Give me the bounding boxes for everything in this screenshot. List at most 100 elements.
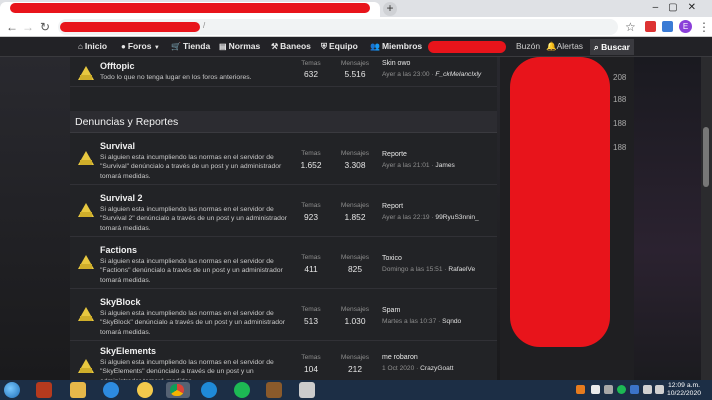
last-post-title[interactable]: Toxico xyxy=(382,255,402,262)
background-image xyxy=(634,57,701,380)
nav-item-inicio[interactable]: ⌂ Inicio xyxy=(78,41,107,51)
forum-navbar: ⌂ Inicio ● Foros ▼ 🛒 Tienda ▤ Normas ⚒ Baneos… xyxy=(0,37,712,57)
avatar[interactable]: E xyxy=(679,20,692,33)
stat-label-temas: Temas xyxy=(301,306,321,313)
stat-label-mensajes: Mensajes xyxy=(340,60,370,67)
scrollbar[interactable] xyxy=(701,57,712,380)
media-player-icon[interactable] xyxy=(36,382,52,398)
stat-label-temas: Temas xyxy=(301,202,321,209)
chrome-icon[interactable] xyxy=(166,382,190,398)
stat-value-temas: 632 xyxy=(304,69,318,79)
forum-title[interactable]: Offtopic xyxy=(100,61,135,71)
stat-value-mensajes: 1.030 xyxy=(344,316,366,326)
forum-row-survival-2[interactable]: Survival 2 Si alguien esta incumpliendo … xyxy=(70,186,497,237)
stat-value-temas: 513 xyxy=(304,316,318,326)
forum-icon xyxy=(78,359,94,373)
last-post-meta: Ayer a las 23:00 · F_ckMeIancIxly xyxy=(382,71,482,78)
extension-icon[interactable] xyxy=(645,21,656,32)
redaction-mark xyxy=(60,22,200,32)
alertas-link[interactable]: 🔔Alertas xyxy=(546,41,583,52)
stat-label-temas: Temas xyxy=(301,150,321,157)
minecraft-icon[interactable] xyxy=(266,382,282,398)
last-post-meta: Ayer a las 21:01 · James xyxy=(382,162,455,169)
stat-label-mensajes: Mensajes xyxy=(340,306,370,313)
stat-label-temas: Temas xyxy=(301,60,321,67)
forum-description: Si alguien esta incumpliendo las normas … xyxy=(100,154,282,180)
sidebar-count: 188 xyxy=(613,143,627,152)
last-post-title[interactable]: Skin owo xyxy=(382,60,410,67)
last-post-meta: 1 Oct 2020 · CrazyGoatt xyxy=(382,365,454,372)
tray-icon[interactable] xyxy=(576,385,585,394)
last-post-title[interactable]: Spam xyxy=(382,307,400,314)
search-button[interactable]: ⌕ Buscar xyxy=(590,39,634,55)
sidebar-count: 188 xyxy=(613,95,627,104)
clock-time: 12:09 a.m. xyxy=(667,382,701,389)
scrollbar-thumb[interactable] xyxy=(703,127,709,187)
last-post-user[interactable]: 99RyuS3nnin_ xyxy=(435,214,478,221)
chrome-alt-icon[interactable] xyxy=(137,382,153,398)
extension-icon[interactable] xyxy=(662,21,673,32)
edge-icon[interactable] xyxy=(201,382,217,398)
category-header[interactable]: Denuncias y Reportes xyxy=(70,111,497,133)
tray-icon[interactable] xyxy=(617,385,626,394)
last-post-title[interactable]: Report xyxy=(382,203,403,210)
file-explorer-icon[interactable] xyxy=(70,382,86,398)
buzon-link[interactable]: Buzón xyxy=(516,41,540,51)
forum-title[interactable]: Survival xyxy=(100,141,135,151)
last-post-user[interactable]: F_ckMeIancIxly xyxy=(435,71,481,78)
forum-icon xyxy=(78,255,94,269)
forum-row-factions[interactable]: Factions Si alguien esta incumpliendo la… xyxy=(70,238,497,289)
stat-label-mensajes: Mensajes xyxy=(340,354,370,361)
start-button[interactable] xyxy=(4,382,20,398)
stat-value-mensajes: 3.308 xyxy=(344,160,366,170)
nav-item-normas[interactable]: ▤ Normas xyxy=(219,41,260,51)
window-controls[interactable]: –▢✕ xyxy=(653,2,706,13)
menu-dots-icon[interactable]: ⋮ xyxy=(698,20,710,34)
stat-value-mensajes: 212 xyxy=(348,364,362,374)
back-arrow-icon[interactable]: ← xyxy=(6,20,18,34)
forum-row-survival[interactable]: Survival Si alguien esta incumpliendo la… xyxy=(70,134,497,185)
internet-explorer-icon[interactable] xyxy=(103,382,119,398)
forward-arrow-icon[interactable]: → xyxy=(22,20,34,34)
forum-icon xyxy=(78,307,94,321)
stat-label-temas: Temas xyxy=(301,254,321,261)
forum-title[interactable]: SkyElements xyxy=(100,346,156,356)
stat-value-temas: 923 xyxy=(304,212,318,222)
category-title: Denuncias y Reportes xyxy=(75,116,179,128)
new-tab-button[interactable]: + xyxy=(383,2,397,16)
tray-icon[interactable] xyxy=(630,385,639,394)
browser-tab-strip: + –▢✕ xyxy=(0,0,712,17)
forum-row-skyelements[interactable]: SkyElements Si alguien esta incumpliendo… xyxy=(70,342,497,380)
forum-title[interactable]: Factions xyxy=(100,245,137,255)
last-post-title[interactable]: Reporte xyxy=(382,151,407,158)
redaction-mark xyxy=(10,3,370,13)
bookmark-star-icon[interactable]: ☆ xyxy=(625,20,636,34)
stat-value-mensajes: 1.852 xyxy=(344,212,366,222)
reload-icon[interactable]: ↻ xyxy=(40,20,50,34)
volume-icon[interactable] xyxy=(655,385,664,394)
address-bar-row: ← → ↻ / ☆ E ⋮ xyxy=(0,17,712,37)
network-icon[interactable] xyxy=(643,385,652,394)
nav-item-tienda[interactable]: 🛒 Tienda xyxy=(171,41,210,51)
forum-description: Si alguien esta incumpliendo las normas … xyxy=(100,206,287,232)
last-post-user[interactable]: CrazyGoatt xyxy=(420,365,453,372)
nav-item-foros[interactable]: ● Foros ▼ xyxy=(121,41,160,51)
spotify-icon[interactable] xyxy=(234,382,250,398)
forum-description: Si alguien esta incumpliendo las normas … xyxy=(100,359,274,380)
forum-row-skyblock[interactable]: SkyBlock Si alguien esta incumpliendo la… xyxy=(70,290,497,341)
last-post-user[interactable]: Sqndo xyxy=(442,318,461,325)
nav-item-baneos[interactable]: ⚒ Baneos xyxy=(271,41,311,51)
tray-icon[interactable] xyxy=(591,385,600,394)
paint-icon[interactable] xyxy=(299,382,315,398)
forum-title[interactable]: Survival 2 xyxy=(100,193,143,203)
last-post-user[interactable]: RafaelVe xyxy=(448,266,475,273)
last-post-user[interactable]: James xyxy=(435,162,454,169)
nav-item-miembros[interactable]: 👥 Miembros xyxy=(370,41,422,51)
tray-icon[interactable] xyxy=(604,385,613,394)
last-post-title[interactable]: me robaron xyxy=(382,354,418,361)
forum-row-offtopic[interactable]: Offtopic Todo lo que no tenga lugar en l… xyxy=(70,57,497,87)
nav-item-equipo[interactable]: ⛨ Equipo xyxy=(321,41,358,52)
taskbar-clock[interactable]: 12:09 a.m. 10/22/2020 xyxy=(664,382,704,398)
sidebar-count: 208 xyxy=(613,73,627,82)
forum-title[interactable]: SkyBlock xyxy=(100,297,141,307)
